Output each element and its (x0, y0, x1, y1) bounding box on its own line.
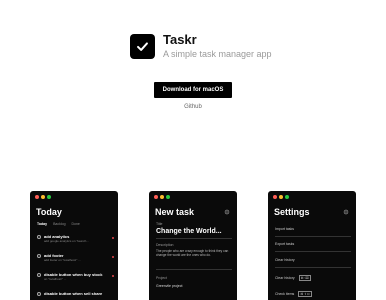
divider (156, 238, 232, 239)
divider (156, 269, 232, 270)
minimize-dot[interactable] (160, 195, 164, 199)
check-icon (137, 42, 148, 51)
settings-item-shortcut[interactable]: Clear history ⌘ ⌫ (275, 275, 351, 281)
today-window-preview: Today Today Backlog Done add analytics a… (30, 191, 118, 300)
description-label: Description (156, 243, 174, 247)
shortcut-key: ⌘ ⌫ (298, 275, 311, 281)
maximize-dot[interactable] (285, 195, 289, 199)
maximize-dot[interactable] (47, 195, 51, 199)
new-task-window-preview: New task Title Change the World... Descr… (149, 191, 237, 300)
task-title: disable button when sell share (44, 291, 103, 296)
window-controls (35, 195, 51, 199)
priority-dot (112, 275, 114, 277)
task-subtitle: add footer on "localhost/" ... (44, 258, 81, 262)
settings-item-clear-history[interactable]: Clear history (275, 258, 351, 262)
tab-backlog[interactable]: Backlog (53, 222, 65, 226)
settings-item-import[interactable]: Import tasks (275, 227, 351, 231)
gear-icon[interactable] (224, 209, 230, 215)
settings-item-export[interactable]: Export tasks (275, 242, 351, 246)
divider (275, 251, 351, 252)
project-select[interactable]: Greenvile project (156, 284, 182, 288)
settings-item-label: Clear history (275, 258, 295, 262)
settings-item-label: Export tasks (275, 242, 295, 246)
new-task-title: New task (155, 207, 195, 217)
window-controls (154, 195, 170, 199)
tab-today[interactable]: Today (37, 222, 47, 226)
task-checkbox[interactable] (37, 292, 41, 296)
maximize-dot[interactable] (166, 195, 170, 199)
close-dot[interactable] (35, 195, 39, 199)
priority-dot (112, 256, 114, 258)
shortcut-key: ⌘ ⇧ D (298, 291, 312, 297)
today-tabs: Today Backlog Done (37, 222, 80, 226)
settings-item-label: Clear history (275, 276, 295, 280)
settings-item-shortcut[interactable]: Check items ⌘ ⇧ D (275, 291, 351, 297)
app-logo (130, 34, 155, 59)
task-title-input[interactable]: Change the World... (156, 228, 222, 235)
task-checkbox[interactable] (37, 273, 41, 277)
task-checkbox[interactable] (37, 235, 41, 239)
settings-title: Settings (274, 207, 310, 217)
settings-window-preview: Settings Import tasks Export tasks Clear… (268, 191, 356, 300)
tagline: A simple task manager app (163, 49, 272, 59)
hero: Taskr A simple task manager app (130, 33, 272, 60)
download-button[interactable]: Download for macOS (154, 82, 232, 98)
divider (275, 236, 351, 237)
settings-item-label: Check items (275, 292, 295, 296)
gear-icon[interactable] (343, 209, 349, 215)
title-label: Title (156, 222, 163, 226)
today-title: Today (36, 207, 62, 217)
settings-item-label: Import tasks (275, 227, 295, 231)
project-label: Project (156, 276, 167, 280)
task-subtitle: add google analytics on "launch... (44, 239, 89, 243)
minimize-dot[interactable] (41, 195, 45, 199)
close-dot[interactable] (273, 195, 277, 199)
github-link[interactable]: Github (0, 104, 386, 110)
app-name: Taskr (163, 32, 197, 47)
tab-done[interactable]: Done (72, 222, 80, 226)
task-subtitle: on "localhost/" ... (44, 277, 67, 281)
window-controls (273, 195, 289, 199)
priority-dot (112, 237, 114, 239)
close-dot[interactable] (154, 195, 158, 199)
divider (275, 267, 351, 268)
description-input[interactable]: The people who are crazy enough to think… (156, 249, 232, 257)
task-checkbox[interactable] (37, 254, 41, 258)
minimize-dot[interactable] (279, 195, 283, 199)
